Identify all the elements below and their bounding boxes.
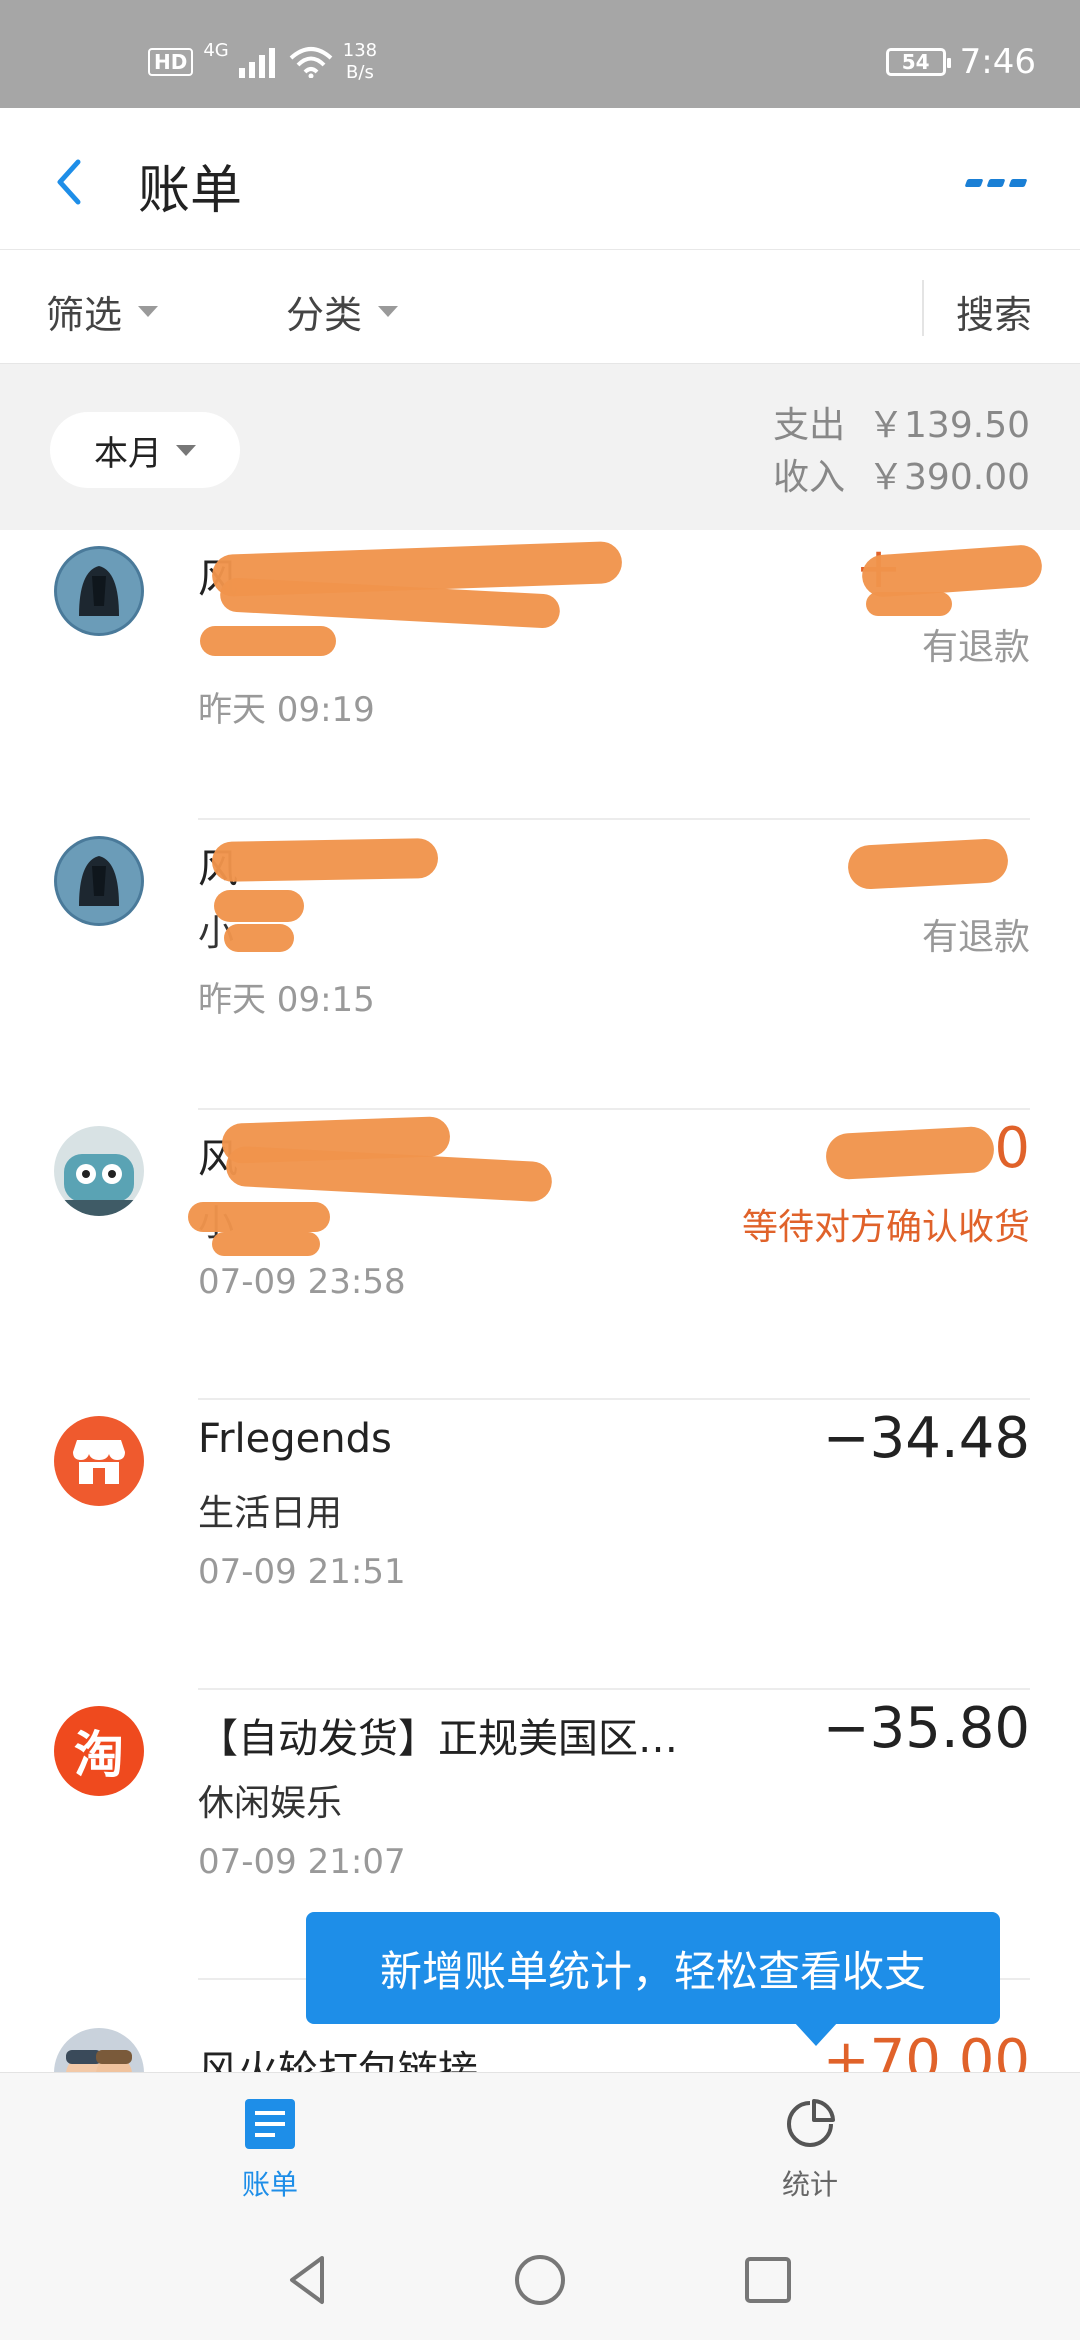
transaction-status: 有退款	[921, 917, 1030, 958]
redaction-mark	[224, 924, 294, 952]
hd-indicator: HD	[148, 48, 194, 76]
redaction-mark	[866, 592, 952, 616]
tab-bill[interactable]: 账单	[190, 2097, 350, 2203]
transaction-amount: +70.00	[822, 2028, 1030, 2072]
income-total: 收入 ￥390.00	[773, 457, 1030, 498]
redaction-mark	[212, 1232, 320, 1256]
transaction-time: 07-09 21:51	[198, 1552, 406, 1592]
transaction-amount: −34.48	[822, 1406, 1030, 1471]
transaction-time: 昨天 09:19	[198, 690, 375, 730]
transaction-time: 07-09 21:07	[198, 1842, 406, 1882]
avatar	[54, 1126, 144, 1216]
redaction-mark	[846, 837, 1010, 891]
transaction-list: 风 昨天 09:19 + 有退款 风 小 昨天 09:15 有退款	[0, 530, 1080, 2072]
redaction-mark	[200, 626, 336, 656]
wifi-icon	[289, 47, 333, 78]
status-bar: HD 4G 138 B/s 54 7:46	[0, 0, 1080, 108]
taobao-icon: 淘	[54, 1706, 144, 1796]
transaction-row[interactable]: Frlegends 生活日用 07-09 21:51 −34.48	[0, 1400, 1080, 1690]
caret-down-icon	[138, 306, 159, 317]
expense-total: 支出 ￥139.50	[773, 405, 1030, 446]
avatar	[54, 546, 144, 636]
tab-label: 账单	[241, 2168, 298, 2201]
transaction-row[interactable]: 风 小 07-09 23:58 0 等待对方确认收货	[0, 1110, 1080, 1400]
transaction-category: 生活日用	[198, 1493, 343, 1534]
back-button[interactable]	[44, 152, 96, 212]
signal-icon	[238, 48, 275, 78]
network-type: 4G	[203, 40, 229, 61]
month-summary: 本月 支出 ￥139.50 收入 ￥390.00	[0, 364, 1080, 530]
caret-down-icon	[378, 306, 399, 317]
divider	[922, 280, 924, 336]
network-speed: 138 B/s	[342, 40, 378, 83]
transaction-status: 等待对方确认收货	[741, 1207, 1030, 1248]
transaction-status: 有退款	[921, 627, 1030, 668]
pie-chart-icon	[787, 2099, 835, 2147]
month-label: 本月	[94, 433, 162, 474]
bill-list-icon	[245, 2099, 295, 2149]
search-button[interactable]: 搜索	[956, 284, 1032, 339]
transaction-category: 休闲娱乐	[198, 1783, 343, 1824]
transaction-amount: −35.80	[822, 1696, 1030, 1761]
page-title: 账单	[138, 161, 243, 221]
transaction-title: 【自动发货】正规美国区…	[198, 1716, 678, 1762]
transaction-title: Frlegends	[198, 1416, 392, 1462]
more-dot-icon	[1008, 179, 1028, 187]
bottom-tab-bar: 账单 统计	[0, 2072, 1080, 2212]
redaction-mark	[188, 1202, 330, 1232]
battery-icon: 54	[885, 48, 951, 76]
chevron-left-icon	[57, 159, 81, 205]
more-button[interactable]	[964, 168, 1030, 198]
category-dropdown[interactable]: 分类	[286, 284, 399, 339]
redaction-mark	[824, 1125, 996, 1181]
app-header: 账单	[0, 108, 1080, 250]
caret-down-icon	[176, 444, 196, 456]
avatar	[54, 836, 144, 926]
transaction-row[interactable]: 风 昨天 09:19 + 有退款	[0, 530, 1080, 820]
category-label: 分类	[286, 293, 363, 337]
transaction-title: 风火轮打包链接	[198, 2048, 478, 2072]
filter-bar: 筛选 分类 搜索	[0, 250, 1080, 364]
clock: 7:46	[959, 42, 1036, 82]
transaction-amount: 0	[994, 1116, 1030, 1181]
transaction-time: 昨天 09:15	[198, 980, 375, 1020]
filter-dropdown[interactable]: 筛选	[46, 284, 159, 339]
transaction-row[interactable]: 风 小 昨天 09:15 有退款	[0, 820, 1080, 1110]
nav-home-icon[interactable]	[510, 2250, 570, 2310]
tab-label: 统计	[781, 2168, 838, 2201]
system-nav-bar	[0, 2212, 1080, 2340]
stats-tooltip[interactable]: 新增账单统计，轻松查看收支	[306, 1912, 1000, 2046]
filter-label: 筛选	[46, 293, 123, 337]
month-selector[interactable]: 本月	[50, 412, 240, 488]
transaction-time: 07-09 23:58	[198, 1262, 406, 1302]
more-dot-icon	[964, 179, 984, 187]
tab-stats[interactable]: 统计	[730, 2097, 890, 2203]
redaction-mark	[211, 838, 439, 882]
redaction-mark	[214, 890, 304, 922]
nav-back-icon[interactable]	[278, 2250, 338, 2310]
nav-recents-icon[interactable]	[738, 2250, 798, 2310]
more-dot-icon	[986, 179, 1006, 187]
redaction-mark	[225, 1145, 553, 1203]
avatar	[54, 2028, 144, 2072]
store-icon	[54, 1416, 144, 1506]
